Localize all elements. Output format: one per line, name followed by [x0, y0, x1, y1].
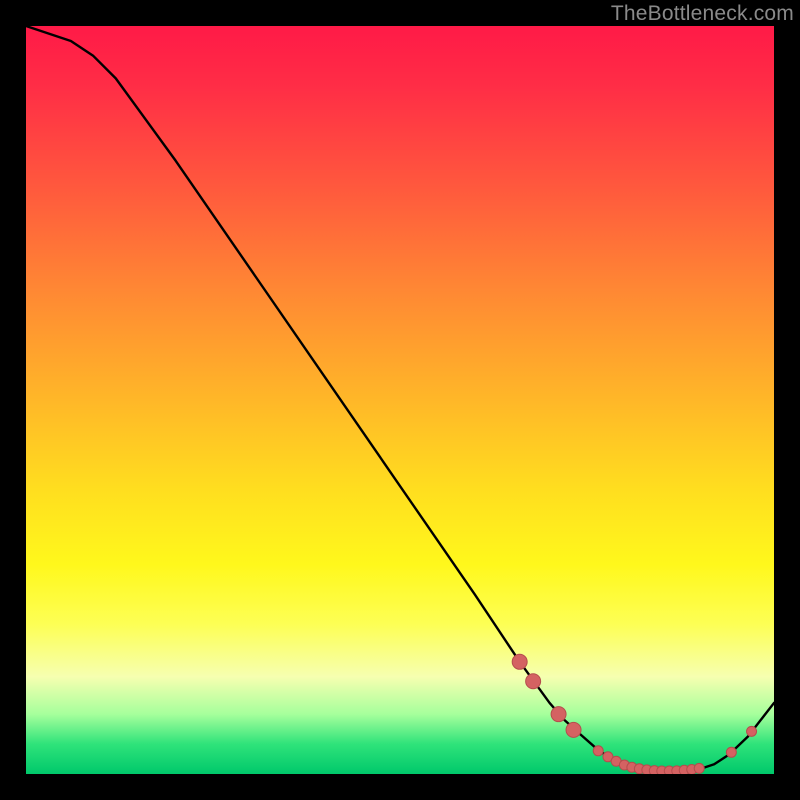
chart-frame: TheBottleneck.com: [0, 0, 800, 800]
curve-marker: [551, 707, 566, 722]
curve-marker: [512, 654, 527, 669]
curve-marker: [593, 746, 603, 756]
curve-marker: [694, 763, 704, 773]
curve-marker: [526, 674, 541, 689]
plot-area: [26, 26, 774, 774]
curve-marker: [566, 722, 581, 737]
curve-marker: [726, 747, 736, 757]
bottleneck-curve: [26, 26, 774, 771]
curve-layer: [26, 26, 774, 774]
curve-marker: [747, 726, 757, 736]
curve-markers-small: [593, 726, 756, 774]
curve-markers-large: [512, 654, 581, 737]
watermark: TheBottleneck.com: [611, 2, 794, 26]
